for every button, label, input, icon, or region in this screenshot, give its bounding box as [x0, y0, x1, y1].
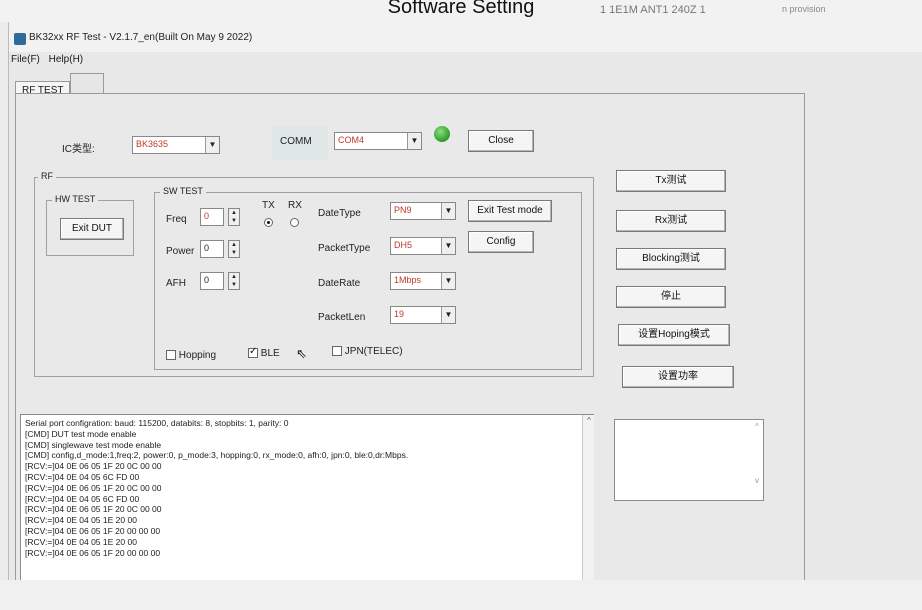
jpn-telec-checkbox[interactable]	[332, 346, 342, 357]
ble-label: BLE	[260, 348, 280, 359]
ble-option[interactable]: BLE	[248, 346, 280, 359]
rf-test-panel: IC类型: BK3635 ▼ COMM COM4 ▼ Close RF HW T…	[15, 93, 805, 610]
tab-empty[interactable]	[70, 73, 105, 93]
ble-checkbox[interactable]	[248, 346, 258, 359]
power-label: Power	[166, 246, 195, 257]
window-title: BK32xx RF Test - V2.1.7_en(Built On May …	[29, 32, 253, 43]
background-window-text-right: n provision	[782, 4, 826, 14]
ic-type-select[interactable]: BK3635 ▼	[132, 136, 220, 154]
datetype-label: DateType	[318, 208, 361, 219]
tx-test-button[interactable]: Tx测试	[616, 170, 726, 192]
afh-input[interactable]: 0	[200, 272, 224, 290]
freq-label: Freq	[166, 214, 187, 225]
hw-test-title: HW TEST	[52, 194, 99, 204]
log-line: [CMD] singlewave test mode enable	[25, 439, 162, 450]
chevron-down-icon: ▼	[441, 203, 455, 219]
comm-port-select[interactable]: COM4 ▼	[334, 132, 422, 150]
log-line: [RCV:=]04 0E 06 05 1F 20 0C 00 00	[25, 482, 162, 493]
log-line: [RCV:=]04 0E 06 05 1F 20 0C 00 00	[25, 461, 162, 472]
rx-label: RX	[288, 200, 302, 211]
stop-button[interactable]: 停止	[616, 286, 726, 308]
sw-test-title: SW TEST	[160, 186, 206, 196]
config-button[interactable]: Config	[468, 231, 534, 253]
secondary-scrollbar[interactable]: ^ v	[752, 422, 762, 485]
scroll-up-icon[interactable]: ^	[583, 415, 595, 427]
packettype-value: DH5	[394, 240, 413, 250]
comm-port-value: COM4	[338, 135, 365, 145]
packetlen-select[interactable]: 19 ▼	[390, 306, 456, 324]
secondary-output[interactable]	[614, 419, 764, 501]
title-bar: BK32xx RF Test - V2.1.7_en(Built On May …	[9, 22, 922, 52]
packettype-label: PacketType	[318, 243, 371, 254]
log-line: Serial port configration: baud: 115200, …	[25, 418, 289, 428]
exit-dut-button[interactable]: Exit DUT	[60, 218, 124, 240]
rf-group-title: RF	[38, 171, 56, 181]
jpn-telec-option[interactable]: JPN(TELEC)	[332, 346, 403, 357]
log-line: [RCV:=]04 0E 06 05 1F 20 00 00 00	[25, 525, 161, 536]
log-line: [RCV:=]04 0E 04 05 6C FD 00	[25, 493, 140, 504]
hopping-label: Hopping	[178, 350, 217, 361]
app-window: BK32xx RF Test - V2.1.7_en(Built On May …	[8, 22, 922, 610]
rx-radio[interactable]	[290, 218, 299, 227]
mouse-cursor-icon: ⇖	[296, 346, 307, 361]
datetype-value: PN9	[394, 205, 412, 215]
menu-bar: File(F) Help(H)	[11, 54, 89, 68]
set-power-button[interactable]: 设置功率	[622, 366, 734, 388]
afh-stepper[interactable]: ▲ ▼	[228, 272, 240, 290]
tab-bar: RF TEST	[15, 73, 105, 101]
log-line: [CMD] config,d_mode:1,freq:2, power:0, p…	[25, 450, 409, 461]
log-line: [CMD] DUT test mode enable	[25, 428, 137, 439]
menu-help[interactable]: Help(H)	[49, 54, 83, 65]
chevron-down-icon: ▼	[407, 133, 421, 149]
packetlen-label: PacketLen	[318, 312, 366, 323]
exit-test-mode-button[interactable]: Exit Test mode	[468, 200, 552, 222]
power-input[interactable]: 0	[200, 240, 224, 258]
blocking-test-button[interactable]: Blocking测试	[616, 248, 726, 270]
ic-type-value: BK3635	[136, 139, 169, 149]
power-stepper[interactable]: ▲ ▼	[228, 240, 240, 258]
hopping-checkbox[interactable]	[166, 350, 176, 361]
close-button[interactable]: Close	[468, 130, 534, 152]
tx-radio[interactable]	[264, 218, 273, 227]
packettype-select[interactable]: DH5 ▼	[390, 237, 456, 255]
log-output[interactable]: Serial port configration: baud: 115200, …	[20, 414, 594, 608]
tx-label: TX	[262, 200, 275, 211]
afh-label: AFH	[166, 278, 186, 289]
background-window-text: 1 1E1M ANT1 240Z 1	[600, 4, 706, 16]
rx-test-button[interactable]: Rx测试	[616, 210, 726, 232]
daterate-value: 1Mbps	[394, 275, 422, 285]
jpn-telec-label: JPN(TELEC)	[344, 346, 403, 357]
ic-type-label: IC类型:	[62, 144, 95, 155]
log-line: [RCV:=]04 0E 04 05 1E 20 00	[25, 536, 137, 547]
chevron-down-icon: ▼	[441, 238, 455, 254]
chevron-down-icon: ▼	[205, 137, 219, 153]
menu-file[interactable]: File(F)	[11, 54, 40, 65]
freq-input[interactable]: 0	[200, 208, 224, 226]
bottom-strip	[0, 580, 922, 610]
connection-status-led	[434, 126, 450, 142]
daterate-label: DateRate	[318, 278, 361, 289]
freq-stepper[interactable]: ▲ ▼	[228, 208, 240, 226]
app-icon	[14, 33, 26, 45]
hopping-option[interactable]: Hopping	[166, 350, 216, 361]
packetlen-value: 19	[394, 309, 405, 319]
comm-label: COMM	[280, 136, 312, 147]
set-hopping-mode-button[interactable]: 设置Hoping模式	[618, 324, 730, 346]
log-line: [RCV:=]04 0E 06 05 1F 20 0C 00 00	[25, 504, 162, 515]
log-scrollbar[interactable]: ^	[582, 415, 594, 607]
chevron-down-icon: ▼	[441, 273, 455, 289]
log-line: [RCV:=]04 0E 04 05 1E 20 00	[25, 515, 137, 526]
log-line: [RCV:=]04 0E 04 05 6C FD 00	[25, 471, 140, 482]
log-line: [RCV:=]04 0E 06 05 1F 20 00 00 00	[25, 547, 161, 558]
daterate-select[interactable]: 1Mbps ▼	[390, 272, 456, 290]
datetype-select[interactable]: PN9 ▼	[390, 202, 456, 220]
chevron-down-icon: ▼	[441, 307, 455, 323]
